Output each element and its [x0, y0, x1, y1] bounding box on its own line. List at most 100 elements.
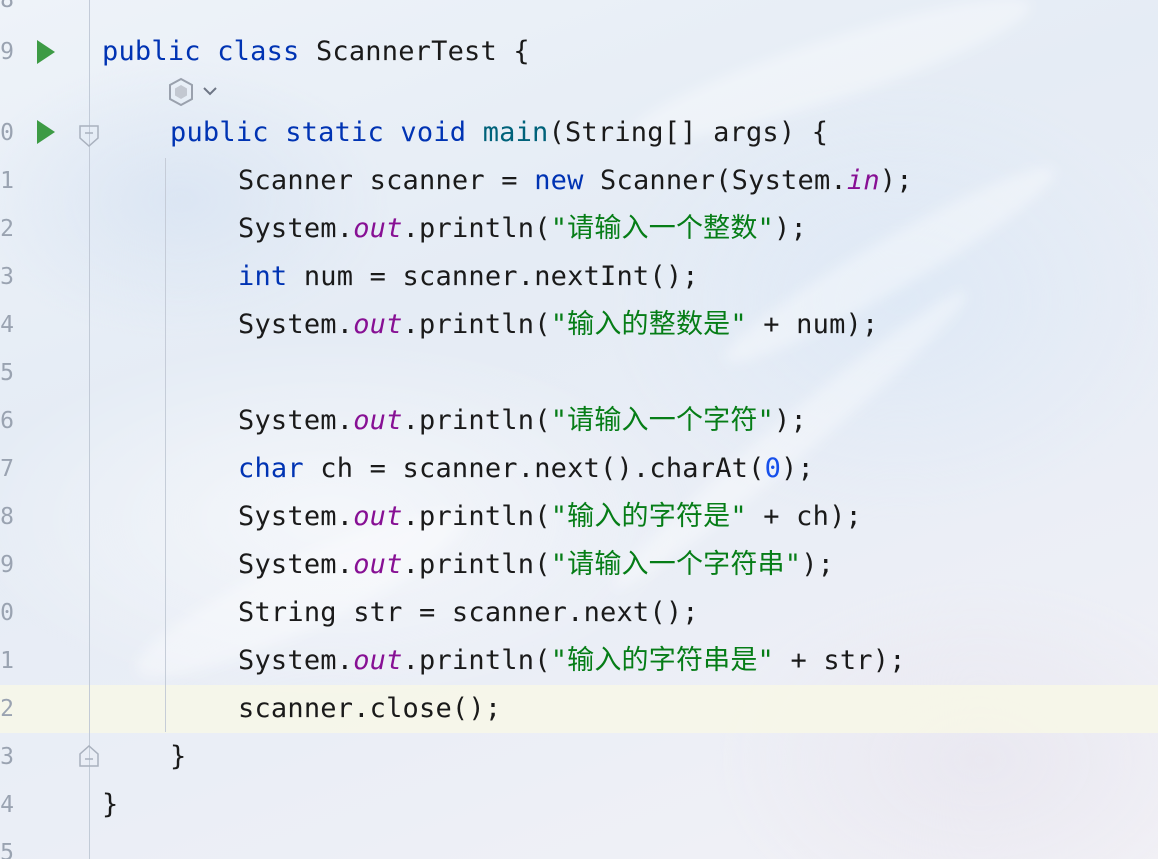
code-token: public	[170, 117, 286, 148]
code-token: "输入的字符是"	[550, 501, 747, 532]
code-line[interactable]: 5	[0, 829, 1158, 859]
code-line[interactable]: 3}	[0, 733, 1158, 781]
code-token: (String[] args) {	[548, 117, 829, 148]
line-number: 2	[0, 216, 14, 242]
line-number: 2	[0, 696, 14, 722]
code-token: num = scanner.nextInt();	[303, 261, 699, 292]
code-token: out	[353, 549, 403, 580]
run-icon[interactable]	[35, 118, 57, 146]
code-text[interactable]: System.out.println("请输入一个字符");	[238, 397, 807, 445]
code-text[interactable]: System.out.println("输入的整数是" + num);	[238, 301, 878, 349]
code-line[interactable]: 7 char ch = scanner.next().charAt(0);	[0, 445, 1158, 493]
code-text[interactable]: System.out.println("输入的字符是" + ch);	[238, 493, 862, 541]
code-token: ch = scanner.next().charAt(	[320, 453, 765, 484]
code-text[interactable]: System.out.println("请输入一个字符串");	[238, 541, 834, 589]
code-token: ScannerTest {	[315, 36, 530, 67]
code-token: static	[285, 117, 401, 148]
line-number: 6	[0, 408, 14, 434]
code-token: int	[238, 261, 304, 292]
fold-open-icon[interactable]	[78, 124, 100, 148]
code-token: System.	[238, 309, 354, 340]
code-token: Scanner scanner =	[238, 165, 535, 196]
code-token: + ch);	[746, 501, 863, 532]
code-token: "输入的字符串是"	[550, 645, 774, 676]
code-token: out	[353, 645, 403, 676]
code-token: .println(	[402, 501, 551, 532]
code-line[interactable]: 0 public static void main(String[] args) …	[0, 109, 1158, 157]
code-line[interactable]: 1 Scanner scanner = new Scanner(System.in…	[0, 157, 1158, 205]
code-text[interactable]: System.out.println("输入的字符串是" + str);	[238, 637, 906, 685]
code-text[interactable]: int num = scanner.nextInt();	[238, 253, 699, 301]
code-token: );	[774, 213, 807, 244]
line-number: 0	[0, 600, 14, 626]
code-token: Scanner(System.	[600, 165, 847, 196]
code-token: );	[774, 405, 807, 436]
code-line[interactable]: 0 String str = scanner.next();	[0, 589, 1158, 637]
code-token: main	[482, 117, 549, 148]
code-token: public	[102, 36, 218, 67]
code-token: new	[534, 165, 601, 196]
code-token: out	[353, 405, 403, 436]
line-number: 9	[0, 39, 14, 65]
code-text[interactable]: Scanner scanner = new Scanner(System.in)…	[238, 157, 913, 205]
code-token: out	[353, 501, 403, 532]
code-text[interactable]: char ch = scanner.next().charAt(0);	[238, 445, 814, 493]
code-line[interactable]: 5	[0, 349, 1158, 397]
code-token: System.	[238, 645, 354, 676]
line-number: 4	[0, 792, 14, 818]
code-text[interactable]: public static void main(String[] args) {	[170, 109, 828, 157]
code-token: "请输入一个字符串"	[550, 549, 802, 580]
code-token: void	[400, 117, 483, 148]
code-line[interactable]: 8	[0, 0, 1158, 24]
line-number: 3	[0, 744, 14, 770]
code-token: char	[238, 453, 321, 484]
code-line[interactable]: 4}	[0, 781, 1158, 829]
line-number: 1	[0, 648, 14, 674]
run-icon[interactable]	[35, 38, 57, 66]
line-number: 1	[0, 168, 14, 194]
code-token: out	[353, 213, 403, 244]
code-token: + num);	[746, 309, 879, 340]
code-token: "输入的整数是"	[550, 309, 747, 340]
code-token: .println(	[402, 405, 551, 436]
code-line[interactable]: 9 System.out.println("请输入一个字符串");	[0, 541, 1158, 589]
code-token: }	[102, 789, 119, 820]
line-number: 7	[0, 456, 14, 482]
code-token: }	[170, 741, 187, 772]
code-line[interactable]: 2 scanner.close();	[0, 685, 1158, 733]
code-token: .println(	[402, 645, 551, 676]
code-text[interactable]: scanner.close();	[238, 685, 501, 733]
code-text[interactable]: System.out.println("请输入一个整数");	[238, 205, 807, 253]
code-line[interactable]: 3 int num = scanner.nextInt();	[0, 253, 1158, 301]
code-line[interactable]: 2 System.out.println("请输入一个整数");	[0, 205, 1158, 253]
line-number: 3	[0, 264, 14, 290]
code-text[interactable]: public class ScannerTest {	[102, 28, 530, 76]
code-token: + str);	[774, 645, 906, 676]
line-number: 5	[0, 840, 14, 859]
code-token: System.	[238, 405, 354, 436]
code-token: out	[353, 309, 403, 340]
line-number: 8	[0, 0, 14, 13]
code-line[interactable]: 8 System.out.println("输入的字符是" + ch);	[0, 493, 1158, 541]
code-text[interactable]: String str = scanner.next();	[238, 589, 699, 637]
code-line[interactable]: 6 System.out.println("请输入一个字符");	[0, 397, 1158, 445]
code-token: String str = scanner.next();	[238, 597, 699, 628]
code-token: scanner.close();	[238, 693, 502, 724]
code-token: in	[846, 165, 880, 196]
fold-close-icon[interactable]	[78, 744, 100, 768]
code-token: System.	[238, 549, 354, 580]
line-number: 5	[0, 360, 14, 386]
code-line[interactable]: 9 public class ScannerTest {	[0, 28, 1158, 76]
ai-assistant-icon[interactable]	[166, 76, 222, 108]
line-number: 4	[0, 312, 14, 338]
code-token: .println(	[402, 309, 551, 340]
code-line[interactable]: 1 System.out.println("输入的字符串是" + str);	[0, 637, 1158, 685]
code-token: );	[801, 549, 835, 580]
code-line[interactable]: 4 System.out.println("输入的整数是" + num);	[0, 301, 1158, 349]
code-token: System.	[238, 501, 354, 532]
line-number: 9	[0, 552, 14, 578]
code-token: );	[781, 453, 814, 484]
code-token: class	[217, 36, 316, 67]
code-text[interactable]: }	[170, 733, 186, 781]
code-text[interactable]: }	[102, 781, 118, 829]
